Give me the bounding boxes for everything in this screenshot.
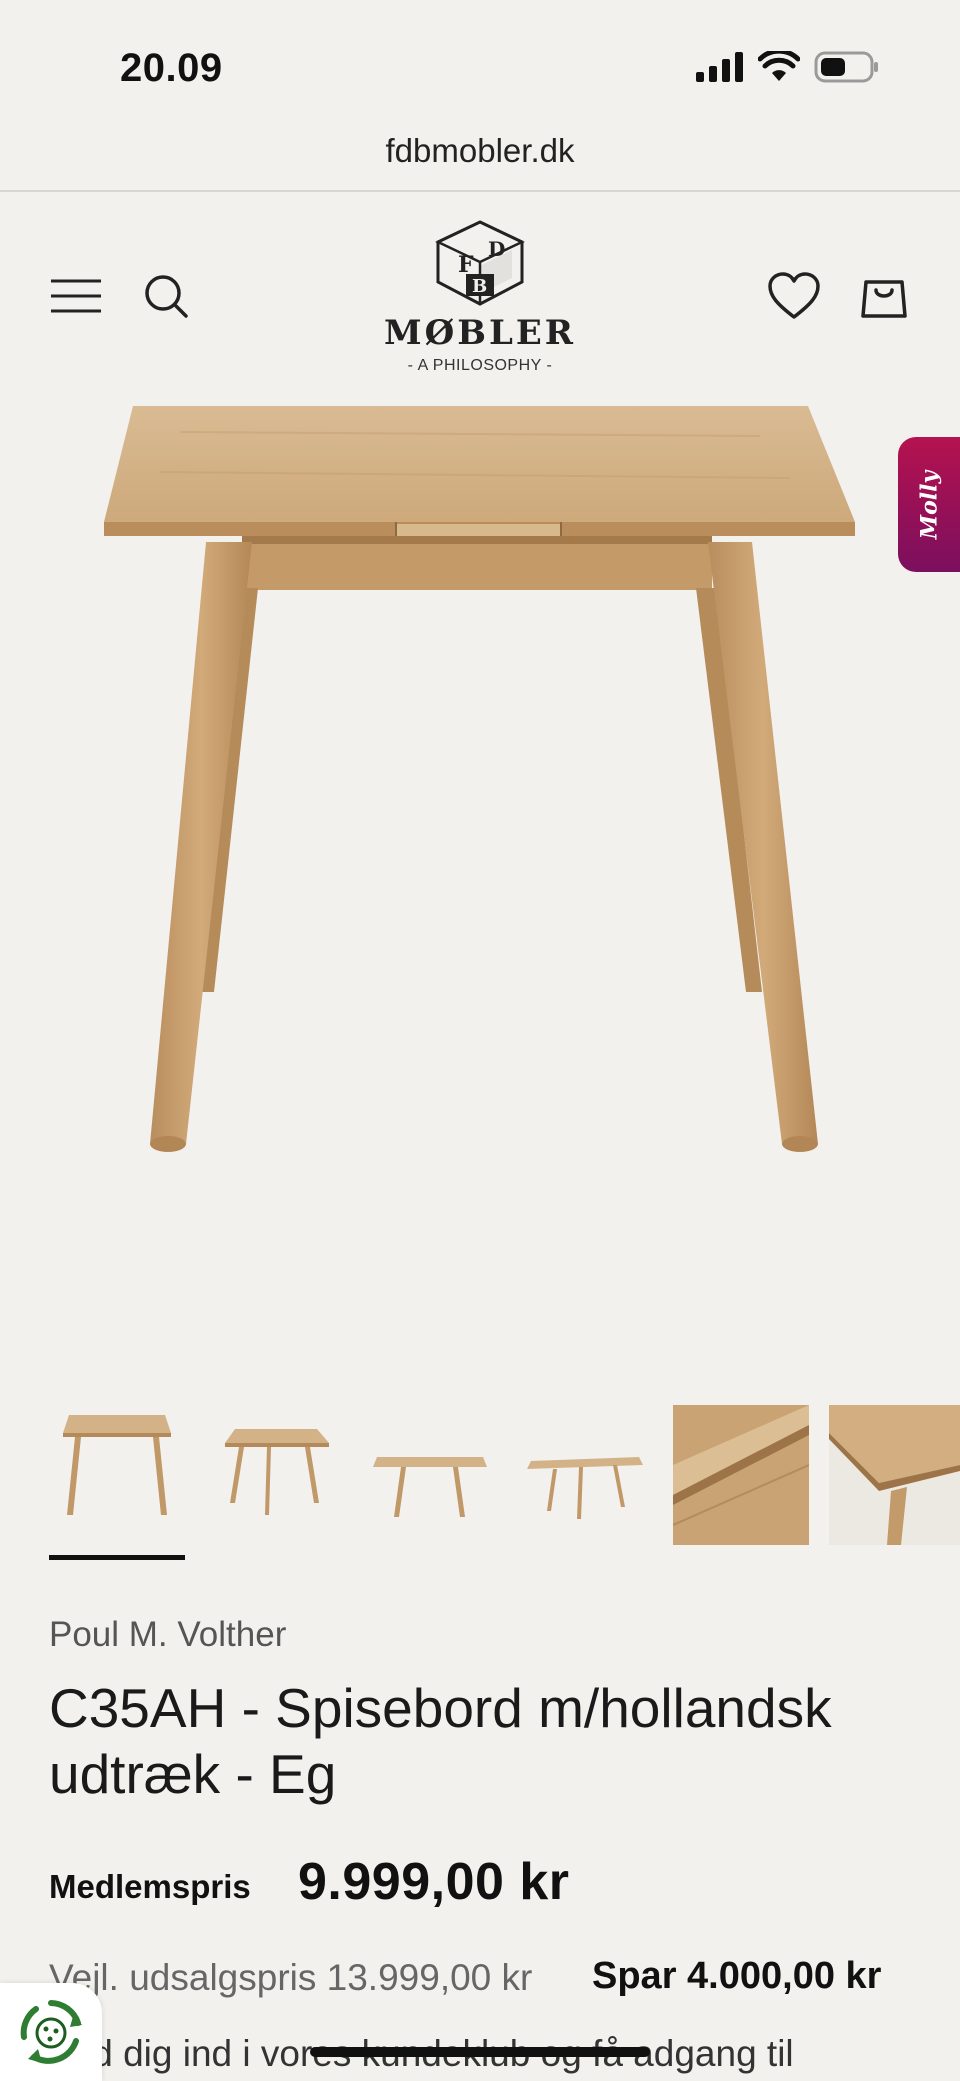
cart-button[interactable] — [858, 266, 910, 322]
search-icon — [145, 275, 188, 318]
wifi-icon — [758, 51, 800, 81]
search-button[interactable] — [140, 270, 192, 322]
recommended-retail-price: Vejl. udsalgspris 13.999,00 kr — [49, 1957, 533, 1998]
product-hero-image[interactable] — [0, 392, 960, 1372]
thumbnail-5[interactable] — [672, 1405, 810, 1545]
thumbnail-table-image — [373, 1457, 487, 1517]
cookie-settings-button[interactable] — [0, 1983, 102, 2081]
cookie-consent-icon — [20, 2000, 82, 2064]
member-price: 9.999,00 kr — [298, 1853, 570, 1911]
battery-icon — [814, 51, 878, 83]
heart-icon — [768, 272, 820, 319]
logo-letter-b: B — [472, 276, 487, 297]
thumbnail-table-image — [63, 1415, 171, 1515]
thumbnail-table-image — [527, 1457, 643, 1519]
wishlist-button[interactable] — [766, 270, 822, 322]
chat-widget-button[interactable]: Molly — [898, 437, 960, 572]
thumbnail-table-image — [225, 1429, 329, 1515]
thumbnail-detail-image — [829, 1405, 960, 1545]
product-designer[interactable]: Poul M. Volther — [49, 1615, 286, 1655]
bag-icon — [861, 280, 907, 318]
thumbnail-2[interactable] — [205, 1405, 341, 1545]
thumbnail-detail-image — [672, 1405, 810, 1545]
member-price-label: Medlemspris — [49, 1868, 251, 1905]
thumbnail-1[interactable] — [49, 1405, 185, 1545]
product-title: C35AH - Spisebord m/hollandsk udtræk - E… — [49, 1677, 832, 1805]
menu-icon — [51, 279, 101, 313]
logo-letter-d: D — [488, 237, 505, 261]
status-bar: 20.09 — [0, 0, 960, 130]
site-header: F D B MØBLER - A PHILOSOPHY - — [0, 192, 960, 392]
active-thumbnail-indicator — [49, 1555, 185, 1560]
fdb-logo[interactable]: F D B MØBLER - A PHILOSOPHY - — [380, 220, 580, 375]
logo-wordmark: MØBLER — [383, 313, 577, 353]
thumbnail-strip — [0, 1405, 960, 1565]
status-time: 20.09 — [120, 46, 223, 90]
logo-tagline: - A PHILOSOPHY - — [407, 357, 553, 374]
thumbnail-3[interactable] — [361, 1405, 497, 1545]
thumbnail-6[interactable] — [829, 1405, 960, 1545]
home-indicator — [310, 2047, 650, 2057]
url-bar[interactable]: fdbmobler.dk — [0, 128, 960, 192]
menu-button[interactable] — [44, 274, 108, 318]
chat-widget-label: Molly — [916, 470, 942, 539]
fdb-cube-icon: F D B — [435, 220, 525, 306]
cellular-signal-icon — [696, 52, 743, 82]
thumbnail-4[interactable] — [517, 1405, 653, 1545]
savings-amount: Spar 4.000,00 kr — [592, 1955, 882, 1997]
table-image — [104, 406, 855, 1152]
status-icons — [696, 50, 880, 84]
